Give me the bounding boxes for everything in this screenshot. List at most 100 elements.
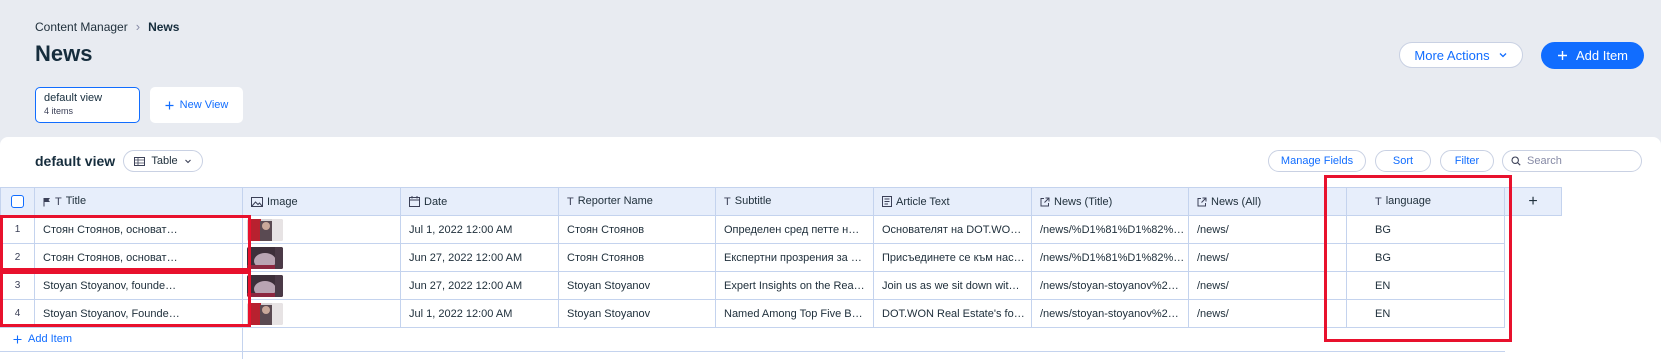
cell-image[interactable] — [242, 299, 401, 328]
cell-reporter[interactable]: Стоян Стоянов — [558, 243, 716, 272]
external-link-icon — [1040, 197, 1050, 207]
column-header-title[interactable]: T Title — [34, 187, 243, 216]
cell-image[interactable] — [242, 215, 401, 244]
cell-news-title[interactable]: /news/%D1%81%D1%82%… — [1031, 243, 1189, 272]
news-thumbnail — [247, 274, 283, 297]
plus-icon — [165, 101, 174, 109]
text-field-icon: T — [724, 195, 731, 208]
cell-empty — [1505, 216, 1562, 244]
search-icon — [1511, 156, 1521, 166]
cell-news-title[interactable]: /news/stoyan-stoyanov%2… — [1031, 299, 1189, 328]
cell-news-title[interactable]: /news/%D1%81%D1%82%… — [1031, 215, 1189, 244]
cell-date[interactable]: Jun 27, 2022 12:00 AM — [400, 243, 559, 272]
cell-article[interactable]: Присъединете се към нас… — [873, 243, 1032, 272]
breadcrumb-current: News — [148, 19, 180, 34]
rich-text-icon — [882, 196, 892, 208]
calendar-icon — [409, 196, 420, 208]
new-view-button[interactable]: New View — [150, 87, 243, 123]
cell-empty — [1505, 272, 1562, 300]
column-header-image[interactable]: Image — [242, 187, 401, 216]
cell-image[interactable] — [242, 271, 401, 300]
column-header-reporter[interactable]: T Reporter Name — [558, 187, 716, 216]
text-field-icon: T — [55, 195, 62, 208]
more-actions-button[interactable]: More Actions — [1399, 42, 1523, 68]
cell-reporter[interactable]: Stoyan Stoyanov — [558, 299, 716, 328]
highlight-box-en-titles — [0, 271, 251, 327]
column-header-news-title[interactable]: News (Title) — [1031, 187, 1189, 216]
add-column-button[interactable]: + — [1504, 187, 1562, 216]
add-item-label: Add Item — [1575, 48, 1629, 63]
cell-image[interactable] — [242, 243, 401, 272]
cell-date[interactable]: Jun 27, 2022 12:00 AM — [400, 271, 559, 300]
plus-icon — [13, 335, 22, 343]
news-thumbnail — [247, 246, 283, 269]
column-label: Image — [267, 195, 298, 208]
column-label: News (Title) — [1054, 195, 1113, 208]
add-item-button[interactable]: Add Item — [1541, 42, 1644, 69]
cell-news-all[interactable]: /news/ — [1188, 271, 1347, 300]
filter-button[interactable]: Filter — [1440, 150, 1494, 172]
view-item-count: 4 items — [44, 106, 74, 116]
cell-date[interactable]: Jul 1, 2022 12:00 AM — [400, 215, 559, 244]
page-title: News — [35, 41, 93, 66]
cell-empty — [1505, 300, 1562, 328]
chevron-down-icon — [1499, 53, 1507, 58]
table-icon — [134, 156, 146, 166]
more-actions-label: More Actions — [1414, 47, 1490, 63]
chevron-right-icon: › — [135, 19, 141, 34]
cell-subtitle[interactable]: Named Among Top Five B… — [715, 299, 874, 328]
breadcrumb: Content Manager › News — [35, 19, 179, 34]
column-label: Reporter Name — [577, 195, 653, 208]
cell-subtitle[interactable]: Експертни прозрения за … — [715, 243, 874, 272]
highlight-box-language — [1324, 175, 1512, 342]
search-box[interactable] — [1502, 150, 1642, 172]
breadcrumb-content-manager[interactable]: Content Manager — [35, 20, 128, 34]
layout-select[interactable]: Table — [123, 150, 203, 172]
highlight-box-bg-titles — [0, 215, 251, 271]
layout-select-label: Table — [151, 155, 178, 167]
column-label: Title — [65, 195, 87, 208]
select-all-cell[interactable] — [0, 187, 35, 216]
cell-reporter[interactable]: Stoyan Stoyanov — [558, 271, 716, 300]
new-view-label: New View — [179, 99, 229, 111]
view-name: default view — [44, 92, 103, 104]
cell-date[interactable]: Jul 1, 2022 12:00 AM — [400, 299, 559, 328]
manage-fields-button[interactable]: Manage Fields — [1268, 150, 1366, 172]
cell-article[interactable]: DOT.WON Real Estate's fo… — [873, 299, 1032, 328]
panel-title: default view — [35, 153, 116, 169]
add-item-row-button[interactable]: Add Item — [13, 333, 72, 345]
column-header-subtitle[interactable]: T Subtitle — [715, 187, 874, 216]
column-label: Date — [424, 195, 448, 208]
column-header-article[interactable]: Article Text — [873, 187, 1032, 216]
cell-subtitle[interactable]: Expert Insights on the Rea… — [715, 271, 874, 300]
cell-subtitle[interactable]: Определен сред петте н… — [715, 215, 874, 244]
table-divider — [242, 324, 243, 359]
column-header-news-all[interactable]: News (All) — [1188, 187, 1347, 216]
cell-news-all[interactable]: /news/ — [1188, 243, 1347, 272]
cell-news-title[interactable]: /news/stoyan-stoyanov%2… — [1031, 271, 1189, 300]
cell-news-all[interactable]: /news/ — [1188, 215, 1347, 244]
add-item-row-label: Add Item — [28, 333, 73, 345]
image-icon — [251, 196, 263, 207]
view-card-default[interactable]: default view 4 items — [35, 87, 140, 123]
column-label: Subtitle — [734, 195, 772, 208]
chevron-down-icon — [184, 159, 191, 164]
cell-reporter[interactable]: Стоян Стоянов — [558, 215, 716, 244]
news-thumbnail — [247, 302, 283, 325]
column-label: Article Text — [896, 195, 950, 208]
search-input[interactable] — [1527, 155, 1627, 167]
flag-icon — [43, 197, 50, 207]
news-thumbnail — [247, 218, 283, 241]
external-link-icon — [1197, 197, 1207, 207]
cell-news-all[interactable]: /news/ — [1188, 299, 1347, 328]
cell-article[interactable]: Join us as we sit down wit… — [873, 271, 1032, 300]
cell-article[interactable]: Основателят на DOT.WO… — [873, 215, 1032, 244]
sort-button[interactable]: Sort — [1375, 150, 1431, 172]
text-field-icon: T — [567, 195, 574, 208]
column-header-date[interactable]: Date — [400, 187, 559, 216]
cell-empty — [1505, 244, 1562, 272]
select-all-checkbox[interactable] — [11, 195, 24, 208]
table-divider — [0, 351, 1505, 352]
column-label: News (All) — [1211, 195, 1262, 208]
plus-icon — [1557, 51, 1567, 60]
